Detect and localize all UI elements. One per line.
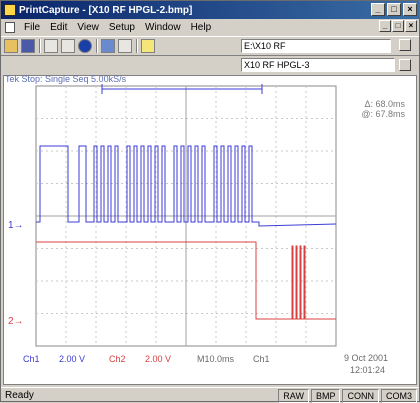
status-bar: Ready RAW BMP CONN COM3 (1, 387, 419, 403)
app-window: PrintCapture - [X10 RF HPGL-2.bmp] _ □ ×… (0, 0, 420, 403)
scope-header: Tek Stop: Single Seq 5.00kS/s (5, 74, 127, 84)
cursor-delta-readout: Δ: 68.0ms (364, 99, 405, 109)
timebase-label: M10.0ms (197, 354, 235, 364)
ch2-scale: 2.00 V (145, 354, 172, 364)
toolbar-separator (39, 39, 41, 53)
menu-view[interactable]: View (72, 22, 104, 33)
name-field[interactable]: X10 RF HPGL-3 (241, 58, 395, 72)
scope-display: 1→ 2→ (8, 84, 337, 347)
trigger-source-label: Ch1 (253, 354, 270, 364)
menu-help[interactable]: Help (186, 22, 217, 33)
capture-canvas: 1→ 2→ (3, 75, 417, 385)
title-bar: PrintCapture - [X10 RF HPGL-2.bmp] _ □ × (1, 1, 419, 19)
app-icon (4, 4, 16, 16)
window-title: PrintCapture - [X10 RF HPGL-2.bmp] (19, 4, 193, 16)
ch1-ground-marker: 1→ (8, 220, 24, 231)
save-icon[interactable] (21, 39, 35, 53)
status-text: Ready (5, 390, 34, 401)
capture-time: 12:01:24 (350, 365, 386, 375)
maximize-button[interactable]: □ (387, 3, 401, 16)
name-browse-button[interactable] (399, 59, 411, 71)
menu-file[interactable]: File (19, 22, 45, 33)
ch1-label: Ch1 (23, 354, 40, 364)
open-icon[interactable] (4, 39, 18, 53)
status-panel-bmp: BMP (310, 388, 341, 403)
path-field[interactable]: E:\X10 RF (241, 39, 391, 53)
ch2-label: Ch2 (109, 354, 126, 364)
toolbar-separator (136, 39, 138, 53)
menu-edit[interactable]: Edit (45, 22, 72, 33)
status-panel-conn: CONN (342, 388, 379, 403)
doc-restore-button[interactable]: □ (392, 20, 404, 32)
info-icon[interactable] (78, 39, 92, 53)
document-controls: _ □ × (379, 20, 417, 32)
path-browse-button[interactable] (399, 39, 411, 51)
document-icon[interactable] (5, 21, 15, 33)
close-button[interactable]: × (403, 3, 417, 16)
status-panel-com: COM3 (380, 388, 417, 403)
help-icon[interactable] (141, 39, 155, 53)
doc-minimize-button[interactable]: _ (379, 20, 391, 32)
doc-close-button[interactable]: × (405, 20, 417, 32)
capture-date: 9 Oct 2001 (344, 353, 389, 363)
window-controls: _ □ × (371, 3, 417, 16)
minimize-button[interactable]: _ (371, 3, 385, 16)
settings-icon[interactable] (101, 39, 115, 53)
menu-window[interactable]: Window (140, 22, 186, 33)
cursor-position-readout: @: 67.8ms (361, 109, 405, 119)
copy-icon[interactable] (44, 39, 58, 53)
ch2-ground-marker: 2→ (8, 316, 24, 327)
print-icon[interactable] (118, 39, 132, 53)
print-preview-icon[interactable] (61, 39, 75, 53)
ch1-scale: 2.00 V (59, 354, 86, 364)
menu-setup[interactable]: Setup (104, 22, 140, 33)
status-panel-raw: RAW (278, 388, 309, 403)
menu-bar: File Edit View Setup Window Help _ □ × (1, 19, 419, 35)
toolbar-separator (96, 39, 98, 53)
